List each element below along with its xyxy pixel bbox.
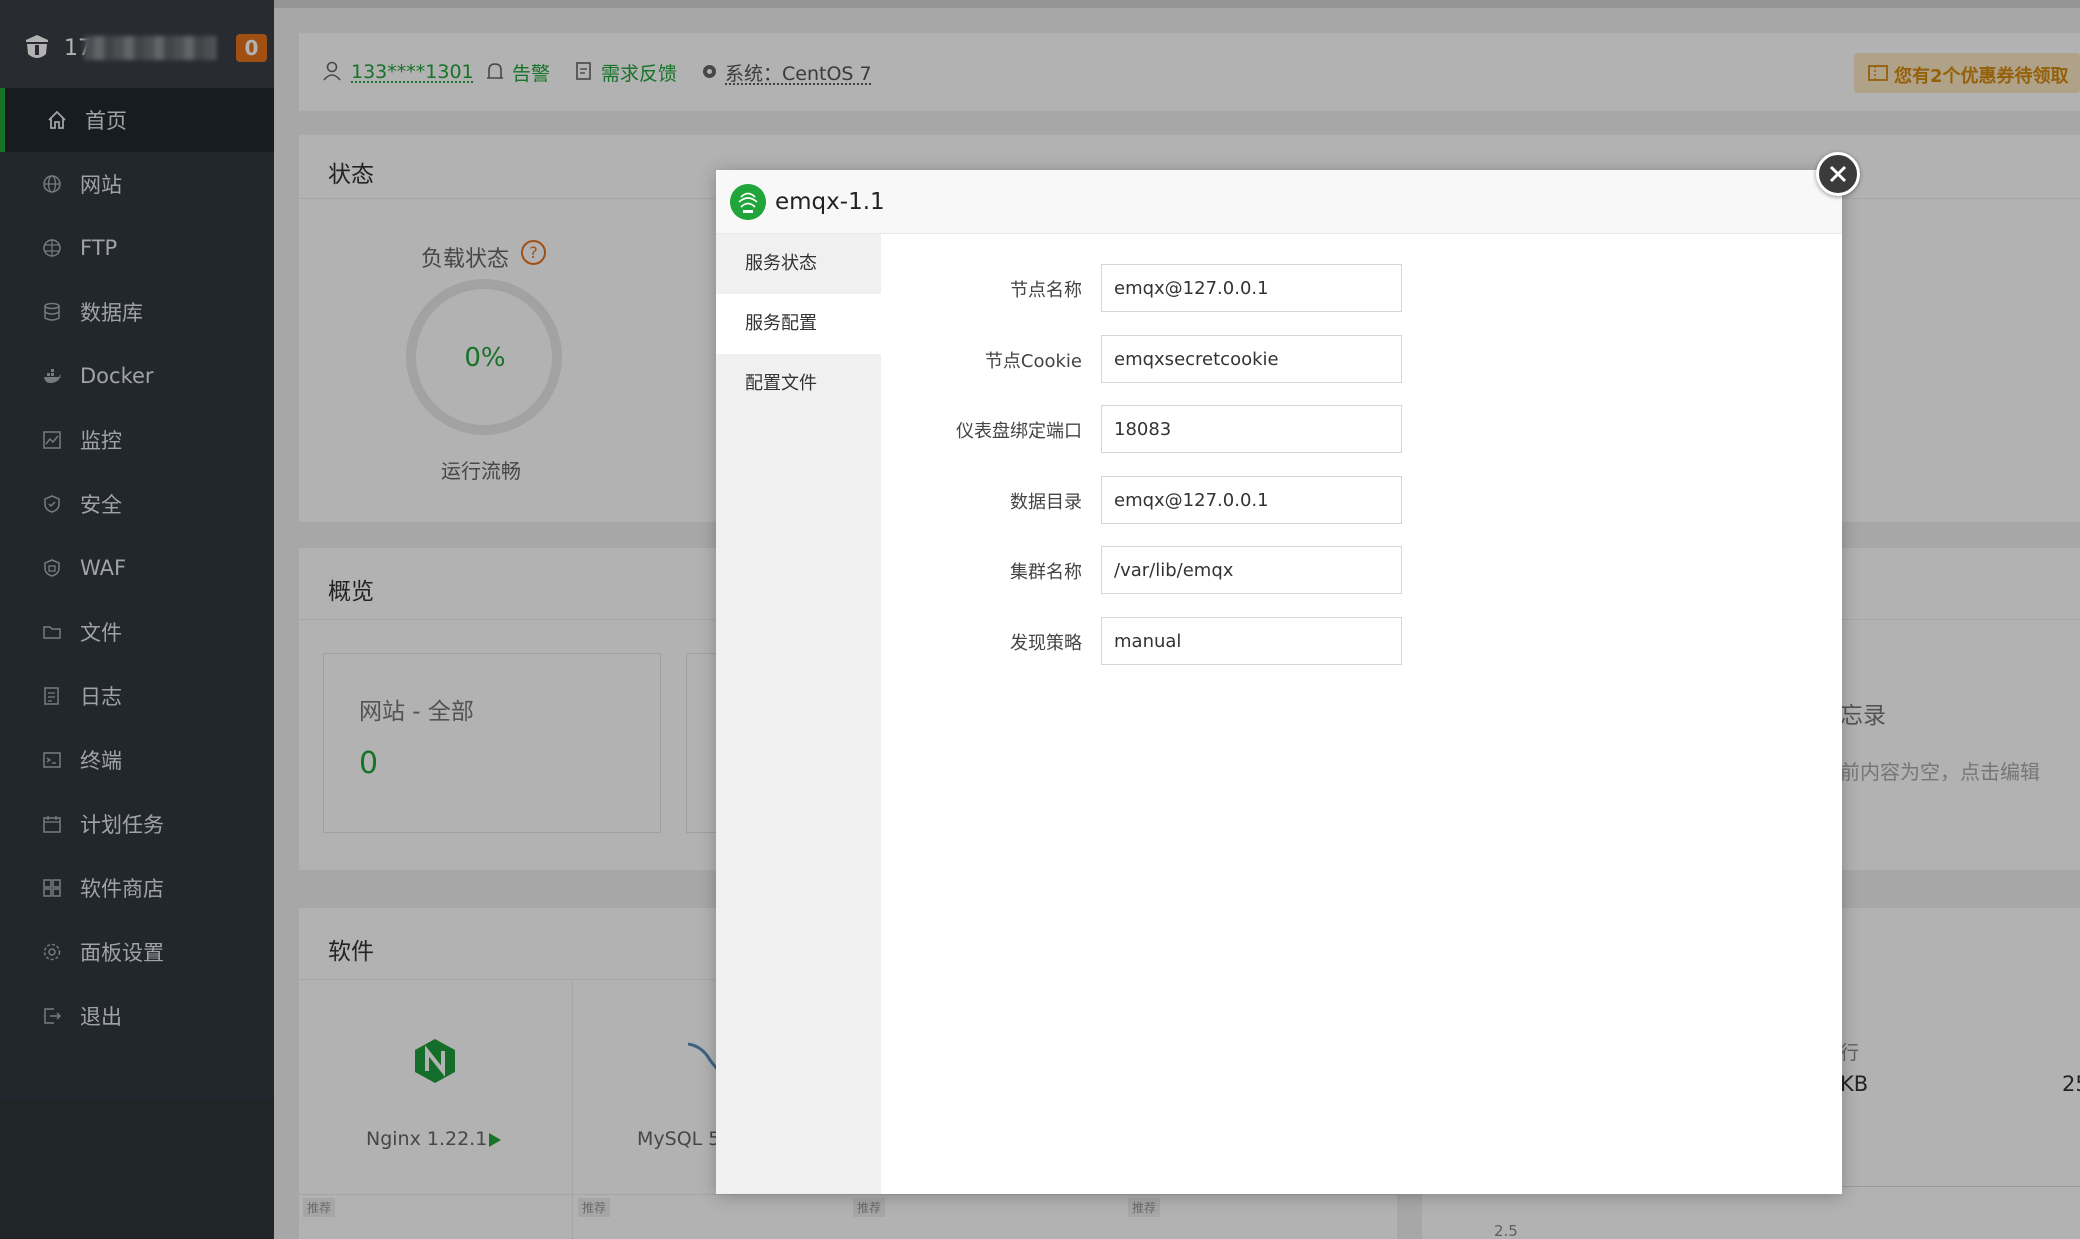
close-icon xyxy=(1829,165,1847,183)
form-row-node-name: 节点名称 xyxy=(881,264,1581,312)
tab-service-config[interactable]: 服务配置 xyxy=(716,294,881,354)
form-row-dashboard-port: 仪表盘绑定端口 xyxy=(881,405,1581,453)
cluster-name-label: 集群名称 xyxy=(881,558,1082,584)
modal-close-button[interactable] xyxy=(1816,152,1860,196)
tab-service-status[interactable]: 服务状态 xyxy=(716,234,881,294)
modal-nav: 服务状态 服务配置 配置文件 xyxy=(716,234,881,1194)
node-cookie-label: 节点Cookie xyxy=(881,347,1082,373)
discovery-label: 发现策略 xyxy=(881,629,1082,655)
modal-title: emqx-1.1 xyxy=(775,189,885,215)
tab-config-file[interactable]: 配置文件 xyxy=(716,354,881,414)
form-row-node-cookie: 节点Cookie xyxy=(881,335,1581,383)
node-name-label: 节点名称 xyxy=(881,276,1082,302)
node-name-input[interactable] xyxy=(1101,264,1402,312)
discovery-input[interactable] xyxy=(1101,617,1402,665)
node-cookie-input[interactable] xyxy=(1101,335,1402,383)
emqx-modal: emqx-1.1 服务状态 服务配置 配置文件 节点名称 节点Cookie 仪表… xyxy=(716,170,1842,1194)
modal-header: emqx-1.1 xyxy=(716,170,1842,234)
emqx-logo-icon xyxy=(730,184,766,220)
dashboard-port-label: 仪表盘绑定端口 xyxy=(881,417,1082,443)
form-row-discovery: 发现策略 xyxy=(881,617,1581,665)
form-row-cluster-name: 集群名称 xyxy=(881,546,1581,594)
dashboard-port-input[interactable] xyxy=(1101,405,1402,453)
data-dir-label: 数据目录 xyxy=(881,488,1082,514)
data-dir-input[interactable] xyxy=(1101,476,1402,524)
form-row-data-dir: 数据目录 xyxy=(881,476,1581,524)
cluster-name-input[interactable] xyxy=(1101,546,1402,594)
